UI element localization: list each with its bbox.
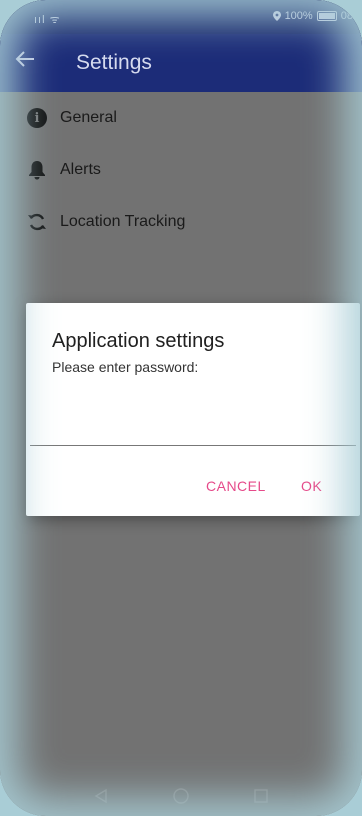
nav-back-icon[interactable] (91, 786, 111, 806)
dialog-title: Application settings (52, 330, 225, 352)
signal-indicator: ııl ᯤ (34, 14, 61, 26)
nav-recents-icon[interactable] (251, 786, 271, 806)
sync-icon (26, 211, 48, 233)
arrow-left-icon[interactable] (14, 48, 36, 77)
clock: 08: (340, 10, 356, 22)
menu-item-label: Alerts (60, 161, 101, 178)
page-title: Settings (76, 51, 152, 74)
system-nav-bar (0, 776, 362, 816)
dialog-message: Please enter password: (52, 359, 199, 375)
app-toolbar: Settings (0, 34, 362, 92)
cancel-button[interactable]: CANCEL (206, 478, 266, 494)
menu-item-general[interactable]: i General (0, 92, 362, 144)
menu-item-label: Location Tracking (60, 213, 186, 230)
status-bar: ııl ᯤ 100% 08: (0, 0, 362, 34)
menu-item-label: General (60, 109, 117, 126)
password-input[interactable] (30, 413, 356, 446)
password-dialog: Application settings Please enter passwo… (26, 303, 360, 516)
menu-item-alerts[interactable]: Alerts (0, 144, 362, 196)
settings-menu: i General Alerts Location Tracking (0, 92, 362, 248)
battery-percent: 100% (284, 10, 313, 22)
info-icon: i (26, 107, 48, 129)
nav-home-icon[interactable] (171, 786, 191, 806)
menu-item-location-tracking[interactable]: Location Tracking (0, 196, 362, 248)
phone-screen: ııl ᯤ 100% 08: Settings i General Alerts… (0, 0, 362, 816)
bell-icon (26, 159, 48, 181)
status-right: 100% 08: (272, 10, 356, 22)
location-icon (272, 11, 281, 21)
battery-icon (316, 11, 337, 21)
ok-button[interactable]: OK (301, 478, 322, 494)
